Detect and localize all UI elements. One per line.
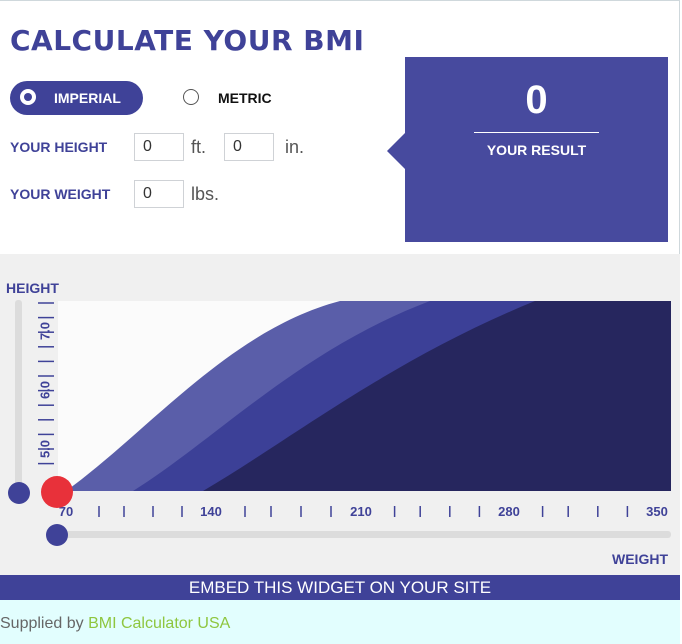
height-slider-handle[interactable] <box>8 482 30 504</box>
weight-tick-label: 210 <box>350 504 372 519</box>
weight-slider-track[interactable] <box>55 531 671 538</box>
weight-slider-handle[interactable] <box>46 524 68 546</box>
footer-prefix: Supplied by <box>0 615 89 632</box>
embed-widget-button[interactable]: EMBED THIS WIDGET ON YOUR SITE <box>0 575 680 600</box>
weight-axis-label: WEIGHT <box>612 551 668 567</box>
height-tick-label: 7.0 <box>37 322 52 340</box>
footer-link[interactable]: BMI Calculator USA <box>88 615 230 632</box>
weight-tick-label: 140 <box>200 504 222 519</box>
bmi-chart: 7.06.05.070 140 210 280 350 <box>8 300 671 546</box>
footer-text: Supplied by BMI Calculator USA <box>0 615 230 633</box>
height-tick-label: 6.0 <box>37 381 52 399</box>
height-slider-track[interactable] <box>15 300 22 495</box>
bmi-position-marker <box>41 476 73 508</box>
weight-tick-label: 280 <box>498 504 520 519</box>
weight-tick-label: 350 <box>646 504 668 519</box>
height-tick-label: 5.0 <box>37 440 52 458</box>
